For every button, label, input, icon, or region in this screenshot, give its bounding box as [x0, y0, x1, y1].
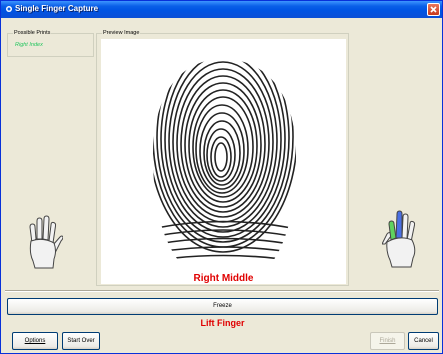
finger-label: Right Middle — [193, 273, 254, 284]
cancel-button[interactable]: Cancel — [408, 332, 439, 350]
preview-group: Preview Image Right Middle — [96, 30, 349, 286]
status-text: Lift Finger — [200, 318, 245, 328]
cancel-button-label: Cancel — [414, 338, 433, 344]
possible-prints-group: Possible Prints Right Index — [7, 30, 94, 57]
finish-button-label: Finish — [379, 338, 396, 344]
possible-prints-label: Possible Prints — [13, 30, 52, 36]
start-over-button[interactable]: Start Over — [62, 332, 100, 350]
title-bar[interactable]: Single Finger Capture — [1, 1, 442, 18]
preview-label: Preview Image — [102, 30, 141, 36]
options-button[interactable]: Options — [12, 332, 58, 350]
close-icon — [430, 6, 437, 13]
app-icon — [6, 6, 12, 12]
start-over-button-label: Start Over — [67, 338, 95, 344]
finish-button[interactable]: Finish — [370, 332, 405, 350]
fingerprint-image — [153, 59, 296, 262]
preview-image-area: Right Middle — [101, 39, 346, 284]
left-hand-icon — [29, 215, 63, 269]
close-button[interactable] — [427, 3, 440, 16]
capture-window: Single Finger Capture Possible Prints Ri… — [0, 0, 443, 354]
possible-print-item[interactable]: Right Index — [15, 42, 43, 48]
freeze-button[interactable]: Freeze — [7, 298, 438, 315]
options-button-label: Options — [24, 338, 46, 344]
separator — [5, 290, 439, 292]
right-hand-icon — [382, 210, 416, 268]
window-title: Single Finger Capture — [15, 4, 99, 13]
